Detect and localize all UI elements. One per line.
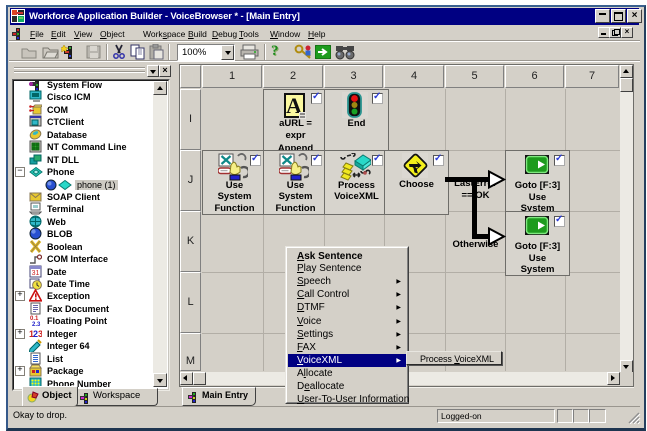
svg-text:3: 3 bbox=[38, 329, 42, 339]
svg-text:31: 31 bbox=[32, 270, 40, 277]
